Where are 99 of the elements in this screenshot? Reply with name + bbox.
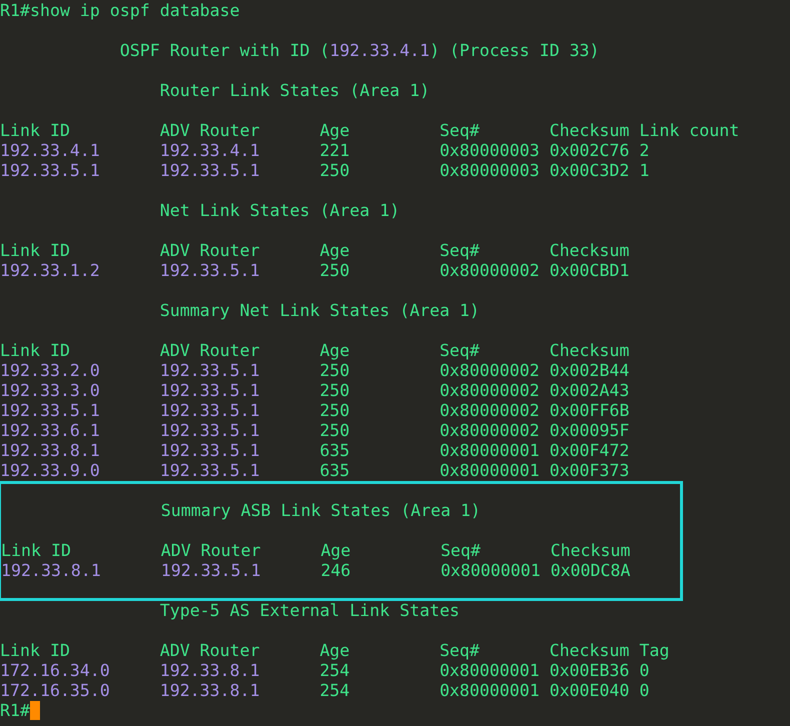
- table-cell-text: 250: [320, 381, 351, 401]
- table-cell-text: 254: [320, 661, 351, 681]
- table-cell-text: 635: [320, 441, 351, 461]
- table-cell-text: 192.33.5.1: [0, 161, 101, 181]
- table-cell-text: 221: [320, 141, 351, 161]
- table-cell-text: 192.33.2.0: [0, 361, 101, 381]
- table-cell-text: 0x80000002: [440, 421, 540, 441]
- table-cell-text: 192.33.6.1: [0, 421, 101, 441]
- table-cell: 0x002A43: [549, 381, 630, 401]
- table-cell-text: 192.33.5.1: [160, 261, 261, 281]
- column-header: Checksum: [549, 641, 630, 661]
- table-cell-text: 192.33.9.0: [0, 461, 101, 481]
- table-cell-text: 0x80000001: [440, 441, 540, 461]
- table-cell-text: 192.33.1.2: [0, 261, 101, 281]
- table-cell: 1: [639, 161, 650, 181]
- column-header: Age: [320, 241, 351, 261]
- table-cell-text: 0x80000002: [440, 261, 540, 281]
- table-cell-text: 192.33.5.1: [160, 421, 261, 441]
- table-cell: 0x00F472: [549, 441, 630, 461]
- column-header: Seq#: [440, 541, 482, 561]
- table-cell-text: 192.33.3.0: [0, 381, 101, 401]
- column-header: Link ID: [0, 241, 71, 261]
- table-cell-text: 192.33.8.1: [0, 441, 101, 461]
- section-title: Router Link States (Area 1): [160, 81, 430, 101]
- section-title: Type-5 AS External Link States: [160, 601, 460, 621]
- column-header: Link ID: [1, 541, 72, 561]
- table-cell-text: 254: [320, 681, 351, 701]
- table-cell-text: 192.33.5.1: [160, 441, 261, 461]
- table-cell-text: 192.33.5.1: [160, 401, 261, 421]
- column-header: Seq#: [440, 341, 481, 361]
- table-cell-text: 0x80000002: [440, 401, 540, 421]
- column-header: Link count: [639, 121, 740, 141]
- table-cell-text: 192.33.5.1: [160, 161, 261, 181]
- column-header: Checksum: [549, 121, 630, 141]
- column-header: Link ID: [0, 341, 71, 361]
- table-cell: 0x00CBD1: [549, 261, 630, 281]
- table-cell-text: 0x80000001: [440, 661, 540, 681]
- column-header: Seq#: [440, 121, 481, 141]
- table-cell-text: 192.33.5.1: [160, 561, 262, 581]
- table-cell-text: 192.33.5.1: [160, 361, 261, 381]
- router-id-header: OSPF Router with ID (192.33.4.1) (Process ID 33): [120, 41, 600, 61]
- table-cell-text: 0x80000003: [440, 141, 540, 161]
- column-header: Age: [320, 641, 351, 661]
- table-cell-text: 192.33.5.1: [160, 461, 261, 481]
- table-cell: 0x00F373: [549, 461, 630, 481]
- column-header: Age: [320, 121, 351, 141]
- table-cell-text: 192.33.8.1: [160, 681, 261, 701]
- table-cell-text: 0x002C76: [549, 141, 630, 161]
- table-cell-text: 192.33.5.1: [160, 381, 261, 401]
- table-cell: 0: [639, 661, 650, 681]
- column-header: Link ID: [0, 641, 71, 661]
- column-header: ADV Router: [160, 241, 261, 261]
- table-cell-text: 192.33.8.1: [160, 661, 261, 681]
- table-cell-text: 0x00E040: [549, 681, 630, 701]
- table-cell-text: 250: [320, 401, 351, 421]
- table-cell-text: 0x80000001: [440, 561, 542, 581]
- column-header: ADV Router: [160, 341, 261, 361]
- table-cell: 0: [639, 681, 650, 701]
- column-header: ADV Router: [160, 641, 261, 661]
- table-cell-text: 0x80000002: [440, 381, 540, 401]
- section-title: Summary ASB Link States (Area 1): [160, 501, 481, 521]
- table-cell-text: 635: [320, 461, 351, 481]
- table-cell-text: 250: [320, 421, 351, 441]
- table-cell: 0x00095F: [549, 421, 630, 441]
- table-cell-text: 172.16.34.0: [0, 661, 111, 681]
- table-cell-text: 0x00C3D2: [549, 161, 630, 181]
- table-cell: 0x00DC8A: [550, 561, 630, 581]
- column-header: Checksum: [549, 241, 630, 261]
- column-header: ADV Router: [160, 541, 262, 561]
- table-cell-text: 0x00EB36: [549, 661, 630, 681]
- column-header: Age: [320, 341, 351, 361]
- table-cell-text: 0x80000001: [440, 681, 540, 701]
- column-header: Checksum: [550, 541, 630, 561]
- table-cell-text: 192.33.8.1: [1, 561, 102, 581]
- table-cell-text: 250: [320, 161, 351, 181]
- section-title: Net Link States (Area 1): [160, 201, 400, 221]
- table-cell-text: 250: [320, 261, 351, 281]
- column-header: ADV Router: [160, 121, 261, 141]
- table-cell-text: 0x80000002: [440, 361, 540, 381]
- table-cell-text: 0x80000003: [440, 161, 540, 181]
- column-header: Seq#: [440, 641, 481, 661]
- table-cell-text: 246: [320, 561, 352, 581]
- table-cell: 0x002B44: [549, 361, 630, 381]
- table-cell-text: 192.33.5.1: [0, 401, 101, 421]
- table-cell-text: 192.33.4.1: [0, 141, 101, 161]
- prompt: R1#: [0, 701, 30, 721]
- table-cell: 2: [639, 141, 650, 161]
- table-cell-text: 250: [320, 361, 351, 381]
- command-line: R1#show ip ospf database: [0, 1, 240, 21]
- column-header: Age: [320, 541, 352, 561]
- column-header: Checksum: [549, 341, 630, 361]
- table-cell-text: 172.16.35.0: [0, 681, 111, 701]
- column-header: Tag: [639, 641, 670, 661]
- section-title: Summary Net Link States (Area 1): [160, 301, 480, 321]
- column-header: Seq#: [440, 241, 481, 261]
- table-cell-text: 0x80000001: [440, 461, 540, 481]
- column-header: Link ID: [0, 121, 71, 141]
- table-cell: 0x00FF6B: [549, 401, 630, 421]
- table-cell-text: 192.33.4.1: [160, 141, 261, 161]
